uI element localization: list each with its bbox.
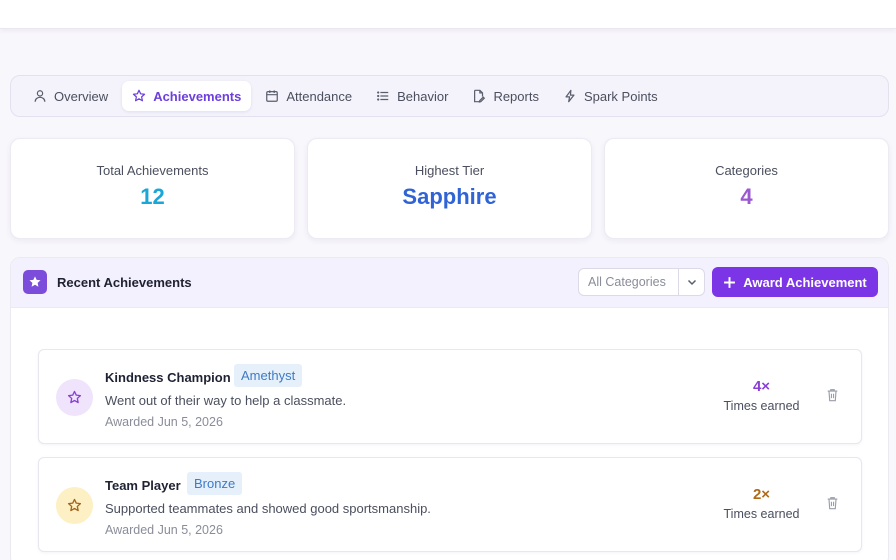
- tab-achievements[interactable]: Achievements: [122, 81, 252, 111]
- plus-icon: [724, 276, 736, 288]
- stat-label: Highest Tier: [414, 163, 485, 178]
- stat-value: Sapphire: [402, 184, 497, 209]
- category-filter-select[interactable]: All Categories: [578, 268, 705, 296]
- stat-value: 12: [140, 184, 165, 209]
- stat-card-total-achievements: Total Achievements 12: [10, 138, 295, 239]
- achievement-card: Kindness Champion Amethyst Went out of t…: [38, 349, 862, 444]
- category-filter-value: All Categories: [588, 275, 666, 289]
- awarded-date: Awarded Jun 5, 2026: [105, 523, 223, 537]
- star-icon: [56, 379, 93, 416]
- trash-icon: [827, 389, 838, 402]
- tab-label: Spark Points: [583, 88, 658, 104]
- delete-achievement-button[interactable]: [826, 496, 839, 515]
- tab-reports[interactable]: Reports: [462, 81, 549, 111]
- awarded-date: Awarded Jun 5, 2026: [105, 415, 223, 429]
- star-icon: [23, 270, 47, 294]
- star-icon: [56, 487, 93, 524]
- times-earned-count: 4×: [752, 378, 771, 395]
- tier-badge: Amethyst: [234, 364, 303, 387]
- tab-label: Overview: [54, 88, 109, 104]
- tab-label: Achievements: [153, 88, 242, 104]
- user-icon: [34, 90, 46, 102]
- panel-title: Recent Achievements: [57, 275, 192, 290]
- award-button-label: Award Achievement: [743, 274, 867, 290]
- achievement-description: Supported teammates and showed good spor…: [105, 501, 431, 516]
- tab-overview[interactable]: Overview: [23, 81, 118, 111]
- trash-icon: [827, 497, 838, 510]
- achievement-name: Kindness Champion: [105, 370, 231, 385]
- tab-label: Attendance: [286, 88, 353, 104]
- tab-label: Reports: [493, 88, 539, 104]
- stat-card-categories: Categories 4: [604, 138, 889, 239]
- profile-tabs: Overview Achievements Attendance Behavio…: [10, 75, 889, 117]
- achievement-description: Went out of their way to help a classmat…: [105, 393, 347, 408]
- times-earned-count: 2×: [752, 486, 771, 503]
- tab-spark-points[interactable]: Spark Points: [553, 81, 668, 111]
- recent-achievements-panel: Recent Achievements All Categories Award…: [10, 257, 889, 560]
- report-icon: [474, 89, 486, 103]
- chevron-down-icon[interactable]: [679, 276, 704, 288]
- stat-label: Total Achievements: [96, 163, 209, 178]
- panel-header: Recent Achievements All Categories Award…: [11, 258, 888, 308]
- bolt-icon: [565, 89, 575, 103]
- tab-behavior[interactable]: Behavior: [366, 81, 458, 111]
- tab-label: Behavior: [397, 88, 449, 104]
- tier-badge: Bronze: [187, 472, 243, 495]
- times-earned-label: Times earned: [723, 399, 800, 413]
- achievement-card: Team Player Bronze Supported teammates a…: [38, 457, 862, 552]
- list-icon: [377, 91, 389, 101]
- times-earned-label: Times earned: [723, 507, 800, 521]
- stat-value: 4: [740, 184, 753, 209]
- calendar-icon: [266, 90, 279, 102]
- top-bar: [0, 0, 896, 29]
- award-achievement-button[interactable]: Award Achievement: [712, 267, 878, 297]
- stat-label: Categories: [715, 163, 778, 178]
- stat-card-highest-tier: Highest Tier Sapphire: [307, 138, 592, 239]
- achievement-name: Team Player: [105, 478, 181, 493]
- delete-achievement-button[interactable]: [826, 388, 839, 407]
- star-icon: [133, 89, 146, 102]
- tab-attendance[interactable]: Attendance: [255, 81, 362, 111]
